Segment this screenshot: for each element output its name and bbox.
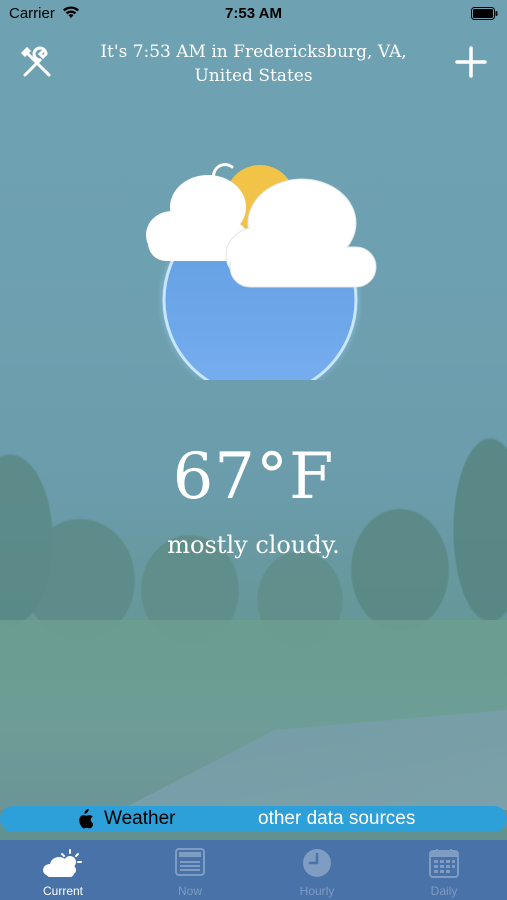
tab-daily[interactable]: Daily: [381, 840, 507, 900]
tab-hourly[interactable]: Hourly: [254, 840, 380, 900]
clock-icon: [303, 849, 331, 877]
other-data-sources-link[interactable]: other data sources: [258, 808, 415, 830]
data-source-bar[interactable]: Weather other data sources: [0, 806, 507, 832]
wrench-screwdriver-icon: [20, 46, 51, 77]
tab-label-daily: Daily: [430, 884, 458, 898]
location-line-1: It's 7:53 AM in Fredericksburg, VA,: [100, 42, 407, 62]
tab-current[interactable]: Current: [0, 840, 126, 900]
tab-label-now: Now: [177, 884, 202, 898]
tab-label-hourly: Hourly: [299, 884, 335, 898]
plus-icon: [455, 46, 487, 78]
location-line-2: United States: [194, 66, 313, 86]
sun-cloud-icon: [43, 849, 82, 877]
tab-label-current: Current: [42, 884, 83, 898]
document-icon: [175, 848, 205, 876]
calendar-icon: [429, 849, 459, 878]
battery-icon: [471, 7, 498, 24]
apple-logo-icon: [79, 809, 93, 829]
tab-now[interactable]: Now: [127, 840, 253, 900]
weather-provider-label: Weather: [104, 808, 176, 829]
header: It's 7:53 AM in Fredericksburg, VA, Unit…: [0, 36, 507, 90]
tab-bar: Current Now Hourly Daily: [0, 840, 507, 900]
settings-button[interactable]: [18, 44, 56, 82]
status-bar: Carrier 7:53 AM: [0, 0, 507, 28]
partly-cloudy-icon: [140, 155, 385, 403]
temperature-readout: 67°F: [172, 440, 335, 514]
location-time-text: It's 7:53 AM in Fredericksburg, VA, Unit…: [80, 40, 427, 88]
condition-text: mostly cloudy.: [167, 531, 340, 559]
status-time: 7:53 AM: [225, 5, 282, 22]
add-location-button[interactable]: [453, 44, 489, 80]
